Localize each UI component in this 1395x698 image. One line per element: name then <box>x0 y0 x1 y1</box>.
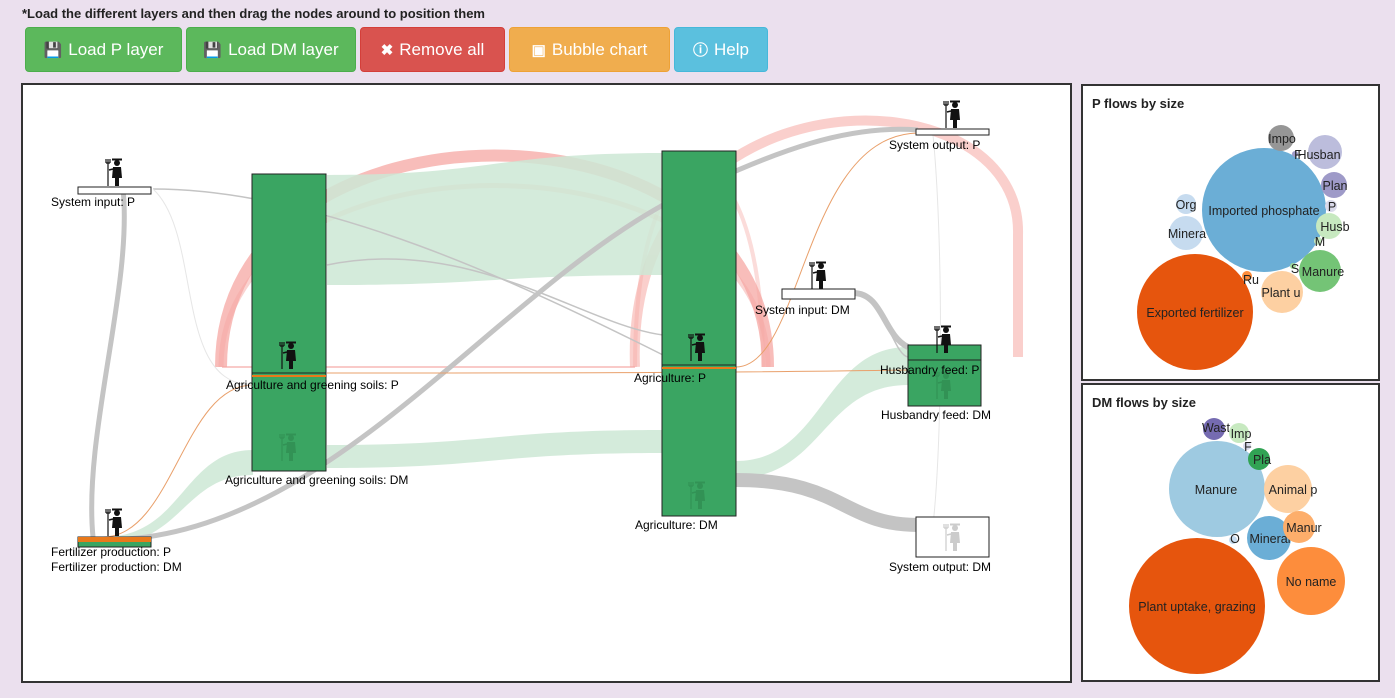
bubble-wast[interactable]: Wast <box>1202 418 1231 440</box>
bubble-exported-fertilizer[interactable]: Exported fertilizer <box>1137 254 1253 370</box>
svg-text:Husb: Husb <box>1320 220 1349 234</box>
husbandry-p-label: Husbandry feed: P <box>880 363 979 377</box>
svg-text:Manure: Manure <box>1195 483 1237 497</box>
node-system-input-p[interactable]: System input: P <box>51 157 152 210</box>
instructions-text: *Load the different layers and then drag… <box>22 6 485 21</box>
bubble-no-name[interactable]: No name <box>1277 547 1345 615</box>
bubble-p[interactable]: P <box>1325 200 1337 214</box>
p-bubble-chart: Exported fertilizer Imported phosphate M… <box>1137 125 1350 370</box>
bubble-plant-u[interactable]: Plant u <box>1261 271 1303 313</box>
agriculture-dm-label: Agriculture: DM <box>635 518 718 532</box>
floppy-icon: 💾 <box>43 41 63 59</box>
system-output-p-label: System output: P <box>889 138 980 152</box>
husbandry-dm-label: Husbandry feed: DM <box>881 408 991 422</box>
svg-text:Manur: Manur <box>1286 521 1321 535</box>
sankey-diagram-panel: System input: P Agriculture and greening… <box>21 83 1072 683</box>
bubble-manure[interactable]: Manure <box>1299 250 1344 292</box>
load-p-layer-button[interactable]: 💾 Load P layer <box>25 27 182 72</box>
bubble-pla[interactable]: Pla <box>1248 448 1271 470</box>
svg-text:Imp: Imp <box>1231 427 1252 441</box>
svg-text:M: M <box>1315 235 1325 249</box>
svg-text:Husban: Husban <box>1297 148 1340 162</box>
svg-text:Pla: Pla <box>1253 453 1271 467</box>
remove-all-button[interactable]: ✖ Remove all <box>360 27 505 72</box>
svg-text:O: O <box>1230 532 1240 546</box>
load-p-layer-label: Load P layer <box>68 39 164 59</box>
bubble-manur[interactable]: Manur <box>1283 511 1322 543</box>
floppy-icon: 💾 <box>203 41 223 59</box>
bubble-minera[interactable]: Minera <box>1168 216 1206 250</box>
svg-text:P: P <box>1328 200 1336 214</box>
bubble-f[interactable]: F <box>1292 148 1302 162</box>
svg-text:Exported fertilizer: Exported fertilizer <box>1146 306 1243 320</box>
bubble-plan[interactable]: Plan <box>1321 172 1348 198</box>
bubble-animal-p[interactable]: Animal p <box>1264 465 1317 513</box>
svg-text:Plant u: Plant u <box>1262 286 1301 300</box>
fertilizer-dm-label: Fertilizer production: DM <box>51 560 182 574</box>
load-dm-layer-button[interactable]: 💾 Load DM layer <box>186 27 356 72</box>
svg-text:F: F <box>1294 148 1302 162</box>
help-button[interactable]: ⓘ Help <box>674 27 768 72</box>
p-flows-panel: P flows by size Exported fertilizer Impo… <box>1081 84 1380 381</box>
svg-text:Manure: Manure <box>1302 265 1344 279</box>
system-output-dm-label: System output: DM <box>889 560 991 574</box>
bubble-m[interactable]: M <box>1314 235 1325 249</box>
agri-greening-dm-label: Agriculture and greening soils: DM <box>225 473 408 487</box>
bubble-s[interactable]: S <box>1290 262 1299 276</box>
help-label: Help <box>714 39 749 59</box>
node-system-input-dm[interactable]: System input: DM <box>755 260 856 318</box>
bubble-impo[interactable]: Impo <box>1268 125 1296 151</box>
agriculture-p-label: Agriculture: P <box>634 371 706 385</box>
svg-text:Animal p: Animal p <box>1269 483 1318 497</box>
dm-flows-panel: DM flows by size Plant uptake, grazing M… <box>1081 383 1380 682</box>
dm-bubble-chart: Plant uptake, grazing Manure No name Min… <box>1129 418 1345 674</box>
system-input-p-label: System input: P <box>51 195 135 209</box>
svg-text:Wast: Wast <box>1202 421 1231 435</box>
floppy-remove-icon: ✖ <box>380 41 394 59</box>
info-icon: ⓘ <box>693 42 709 59</box>
bubble-imported-phosphate[interactable]: Imported phosphate <box>1202 148 1326 272</box>
bubble-chart-label: Bubble chart <box>551 39 648 59</box>
load-dm-layer-label: Load DM layer <box>228 39 339 59</box>
bubble-plant-uptake[interactable]: Plant uptake, grazing <box>1129 538 1265 674</box>
svg-text:S: S <box>1291 262 1299 276</box>
svg-text:Impo: Impo <box>1268 132 1296 146</box>
picture-icon: ▣ <box>531 41 546 59</box>
svg-text:Imported phosphate: Imported phosphate <box>1208 204 1319 218</box>
svg-text:Plan: Plan <box>1322 179 1347 193</box>
svg-text:Plant uptake, grazing: Plant uptake, grazing <box>1138 600 1255 614</box>
dm-flows-title: DM flows by size <box>1092 395 1197 410</box>
bubble-chart-button[interactable]: ▣ Bubble chart <box>509 27 670 72</box>
system-input-dm-label: System input: DM <box>755 303 850 317</box>
agri-greening-p-label: Agriculture and greening soils: P <box>226 378 399 392</box>
fertilizer-p-label: Fertilizer production: P <box>51 545 171 559</box>
svg-text:Minera: Minera <box>1168 227 1206 241</box>
bubble-org[interactable]: Org <box>1176 194 1197 214</box>
sankey-canvas: System input: P Agriculture and greening… <box>51 99 1024 574</box>
svg-text:Ru: Ru <box>1243 273 1259 287</box>
bubble-ru[interactable]: Ru <box>1242 271 1259 287</box>
remove-all-label: Remove all <box>399 39 485 59</box>
bubble-o[interactable]: O <box>1229 532 1240 546</box>
svg-text:No name: No name <box>1286 575 1337 589</box>
p-flows-title: P flows by size <box>1092 96 1185 111</box>
svg-text:Org: Org <box>1176 198 1197 212</box>
svg-text:Mineral: Mineral <box>1250 532 1291 546</box>
